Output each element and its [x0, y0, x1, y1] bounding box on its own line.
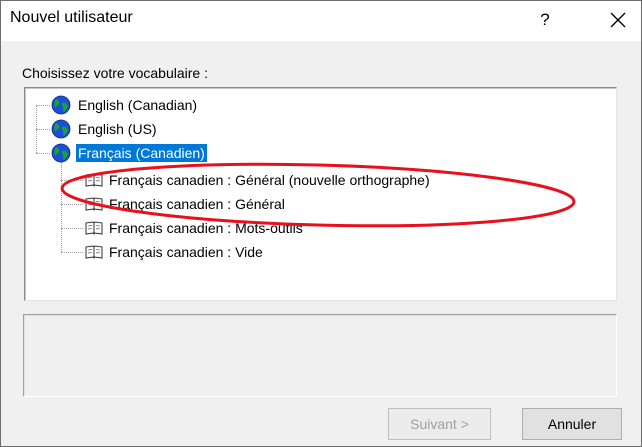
- tree-item-label: Français canadien : Général (nouvelle or…: [109, 172, 430, 188]
- tree-item-label-selected: Français (Canadien): [76, 144, 207, 162]
- tree-item-label: English (US): [78, 121, 157, 137]
- title-bar: Nouvel utilisateur ?: [1, 1, 641, 41]
- book-icon: [85, 173, 103, 187]
- globe-icon: [51, 143, 71, 163]
- tree-item-francais-canadien[interactable]: Français (Canadien): [51, 142, 207, 164]
- book-icon: [85, 245, 103, 259]
- tree-item-label: Français canadien : Général: [109, 196, 285, 212]
- tree-connector: [36, 129, 50, 130]
- tree-connector: [61, 180, 83, 181]
- tree-item-vocab-general-nouvelle[interactable]: Français canadien : Général (nouvelle or…: [85, 169, 430, 191]
- tree-item-english-canadian[interactable]: English (Canadian): [51, 94, 199, 116]
- tree-item-vocab-general[interactable]: Français canadien : Général: [85, 193, 285, 215]
- tree-item-vocab-mots-outils[interactable]: Français canadien : Mots-outils: [85, 217, 303, 239]
- next-button[interactable]: Suivant >: [388, 408, 491, 440]
- tree-connector: [36, 105, 50, 106]
- book-icon: [85, 221, 103, 235]
- tree-connector: [61, 252, 83, 253]
- globe-icon: [51, 119, 71, 139]
- tree-item-label: Français canadien : Mots-outils: [109, 220, 303, 236]
- dialog-title: Nouvel utilisateur: [10, 9, 133, 26]
- tree-connector: [61, 228, 83, 229]
- tree-item-vocab-vide[interactable]: Français canadien : Vide: [85, 241, 263, 263]
- globe-icon: [51, 95, 71, 115]
- close-button[interactable]: [603, 5, 633, 35]
- description-panel: [23, 314, 617, 397]
- help-button[interactable]: ?: [533, 5, 557, 35]
- vocabulary-tree[interactable]: English (Canadian) English (US) Français…: [24, 87, 617, 301]
- tree-connector: [61, 204, 83, 205]
- tree-connector: [61, 162, 62, 252]
- new-user-dialog: Nouvel utilisateur ? Choisissez votre vo…: [0, 0, 642, 447]
- tree-item-label: Français canadien : Vide: [109, 244, 263, 260]
- book-icon: [85, 197, 103, 211]
- tree-connector: [36, 153, 50, 154]
- vocabulary-prompt-label: Choisissez votre vocabulaire :: [22, 65, 208, 81]
- cancel-button[interactable]: Annuler: [522, 408, 622, 440]
- close-icon: [610, 12, 626, 28]
- tree-item-label: English (Canadian): [78, 97, 198, 113]
- tree-item-english-us[interactable]: English (US): [51, 118, 159, 140]
